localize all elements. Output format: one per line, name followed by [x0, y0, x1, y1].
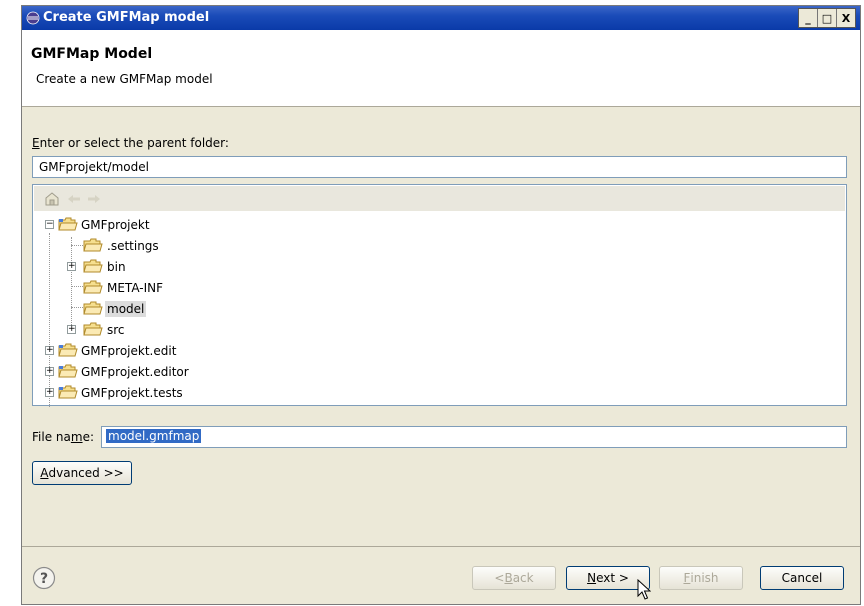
expand-toggle[interactable]: + — [45, 388, 54, 397]
folder-icon — [83, 259, 103, 273]
tree-line — [71, 307, 83, 308]
close-button[interactable]: X — [837, 9, 855, 27]
file-name-label-suffix: e: — [82, 430, 94, 444]
project-folder-icon — [58, 385, 78, 399]
tree-item-gmfprojekt-edit[interactable]: GMFprojekt.edit — [79, 343, 178, 359]
dialog-window: Create GMFMap model _ □ X GMFMap Model C… — [21, 5, 861, 605]
project-folder-icon — [58, 217, 78, 231]
svg-text:?: ? — [40, 571, 48, 587]
back-button-label: ack — [512, 571, 534, 585]
eclipse-icon — [26, 11, 40, 25]
file-name-input[interactable]: model.gmfmap — [101, 426, 847, 448]
tree-line — [71, 237, 72, 329]
tree-toolbar — [34, 186, 845, 211]
tree-item-settings[interactable]: .settings — [105, 238, 161, 254]
finish-button-mnemonic: F — [683, 571, 691, 585]
advanced-button[interactable]: Advanced >> — [32, 461, 132, 485]
file-name-label-prefix: File na — [32, 430, 71, 444]
parent-folder-label-text: nter or select the parent folder: — [39, 136, 229, 150]
title-bar[interactable]: Create GMFMap model _ □ X — [22, 6, 860, 30]
expand-toggle[interactable]: + — [67, 325, 76, 334]
project-folder-icon — [58, 343, 78, 357]
advanced-button-label: dvanced >> — [48, 466, 124, 480]
folder-tree[interactable]: − GMFprojekt .settings + bin META-INF mo… — [32, 184, 847, 407]
folder-icon — [83, 280, 103, 294]
next-button-label: ext > — [596, 571, 629, 585]
file-name-value: model.gmfmap — [106, 429, 202, 443]
collapse-toggle[interactable]: − — [45, 220, 54, 229]
tree-item-model[interactable]: model — [105, 301, 147, 317]
button-bar-separator — [22, 546, 860, 547]
forward-arrow-icon[interactable] — [87, 194, 101, 204]
minimize-button[interactable]: _ — [799, 9, 818, 27]
finish-button[interactable]: Finish — [659, 566, 743, 590]
back-arrow-icon[interactable] — [67, 194, 81, 204]
tree-item-src[interactable]: src — [105, 322, 127, 338]
parent-folder-input[interactable]: GMFprojekt/model — [32, 156, 847, 178]
back-button[interactable]: < Back — [472, 566, 556, 590]
window-controls: _ □ X — [798, 8, 856, 28]
expand-toggle[interactable]: + — [67, 262, 76, 271]
folder-icon — [83, 322, 103, 336]
parent-folder-label: Enter or select the parent folder: — [32, 136, 229, 150]
parent-folder-label-mnemonic: E — [32, 136, 40, 150]
tree-item-gmfprojekt-editor[interactable]: GMFprojekt.editor — [79, 364, 191, 380]
finish-button-label: inish — [690, 571, 719, 585]
file-name-label: File name: — [32, 430, 94, 444]
back-button-mnemonic: B — [504, 571, 513, 585]
back-button-prefix: < — [494, 571, 505, 585]
window-title: Create GMFMap model — [43, 10, 210, 25]
cancel-button[interactable]: Cancel — [760, 566, 844, 590]
project-folder-icon — [58, 364, 78, 378]
mouse-cursor-icon — [637, 579, 651, 600]
tree-item-meta-inf[interactable]: META-INF — [105, 280, 165, 296]
advanced-button-mnemonic: A — [40, 466, 49, 480]
folder-icon — [83, 238, 103, 252]
page-description: Create a new GMFMap model — [36, 72, 213, 86]
help-icon[interactable]: ? — [32, 566, 56, 590]
tree-line — [71, 245, 83, 246]
home-icon[interactable] — [44, 191, 60, 206]
tree-line — [71, 286, 83, 287]
maximize-button[interactable]: □ — [818, 9, 837, 27]
wizard-header: GMFMap Model Create a new GMFMap model — [22, 30, 860, 107]
expand-toggle[interactable]: + — [45, 346, 54, 355]
tree-item-gmfprojekt-tests[interactable]: GMFprojekt.tests — [79, 385, 185, 401]
page-title: GMFMap Model — [31, 46, 153, 62]
tree-item-bin[interactable]: bin — [105, 259, 128, 275]
tree-line — [49, 233, 50, 407]
file-name-label-mnemonic: m — [70, 430, 83, 444]
tree-item-gmfprojekt[interactable]: GMFprojekt — [79, 217, 152, 233]
expand-toggle[interactable]: + — [45, 367, 54, 376]
folder-icon — [83, 301, 103, 315]
next-button-mnemonic: N — [587, 571, 597, 585]
